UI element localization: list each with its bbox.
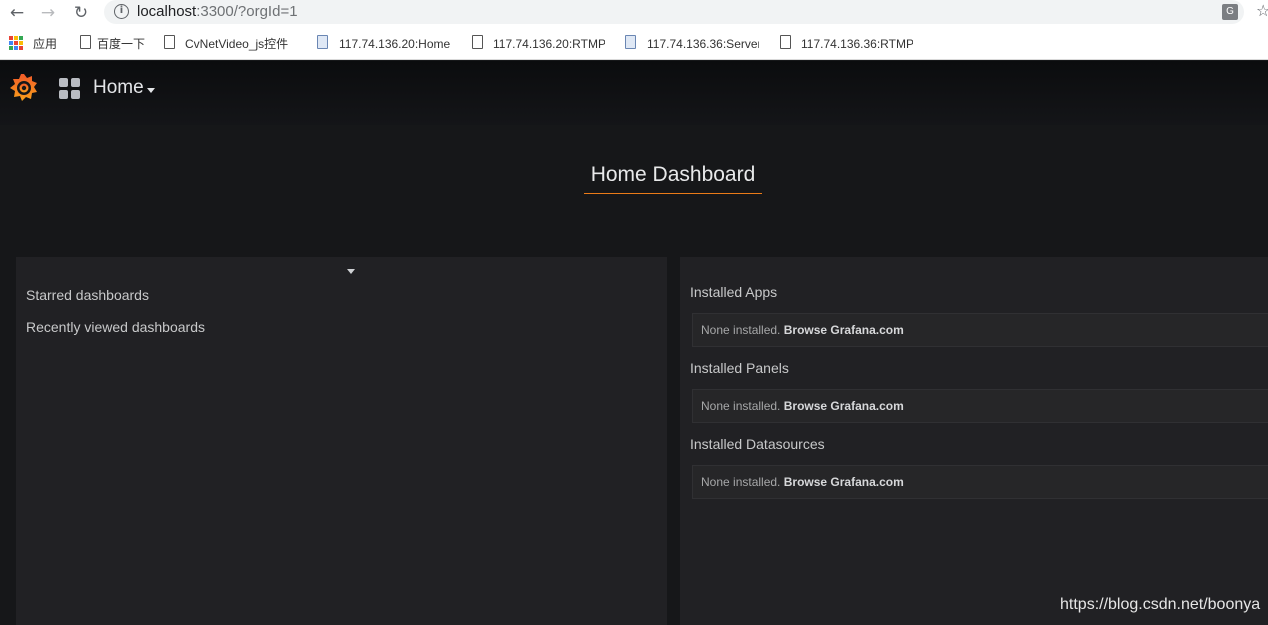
image-page-icon [317,35,328,49]
empty-text: None installed. [701,475,781,489]
installed-apps-title: Installed Apps [690,284,778,300]
bookmark-20-home[interactable]: 117.74.136.20:Home [339,36,451,52]
browse-grafana-link[interactable]: Browse Grafana.com [784,399,904,413]
browser-toolbar: ← → ↻ i localhost:3300/?orgId=1 G ☆ [0,0,1268,26]
forward-arrow-icon[interactable]: → [37,2,59,24]
reload-icon[interactable]: ↻ [70,2,92,24]
installed-datasources-box: None installed. Browse Grafana.com [692,465,1268,499]
dashboard-header: Home Dashboard [0,125,1268,245]
address-bar[interactable]: i localhost:3300/?orgId=1 [104,0,1244,24]
page-icon [80,35,91,49]
installed-panels-title: Installed Panels [690,360,789,376]
installed-panels-box: None installed. Browse Grafana.com [692,389,1268,423]
bookmark-36-server[interactable]: 117.74.136.36:Server [647,36,759,52]
dashboard-area: Home Dashboard Starred dashboards Recent… [0,125,1268,625]
bookmark-cvnetvideo[interactable]: CvNetVideo_js控件 [185,36,297,52]
plugin-list-panel: Installed Apps None installed. Browse Gr… [680,257,1268,625]
chevron-down-icon[interactable] [147,88,155,93]
bookmark-36-rtmp[interactable]: 117.74.136.36:RTMP [801,36,913,52]
dashboard-title: Home Dashboard [584,163,762,194]
url-text[interactable]: localhost:3300/?orgId=1 [137,3,298,20]
panel-menu-caret-icon[interactable] [347,269,355,274]
page-icon [472,35,483,49]
grafana-logo-icon[interactable] [8,72,40,104]
apps-grid-icon[interactable] [9,36,23,50]
image-page-icon [625,35,636,49]
bookmark-baidu[interactable]: 百度一下 [97,36,157,52]
bookmarks-bar: 应用 百度一下 CvNetVideo_js控件 117.74.136.20:Ho… [0,26,1268,60]
browse-grafana-link[interactable]: Browse Grafana.com [784,475,904,489]
bookmark-apps[interactable]: 应用 [33,36,63,52]
recently-viewed-link[interactable]: Recently viewed dashboards [26,319,205,335]
dashboard-picker[interactable]: Home [93,77,144,99]
bookmark-star-icon[interactable]: ☆ [1256,1,1268,20]
empty-text: None installed. [701,323,781,337]
watermark-text: https://blog.csdn.net/boonya [1060,596,1261,613]
info-icon[interactable]: i [114,4,129,19]
installed-apps-box: None installed. Browse Grafana.com [692,313,1268,347]
page-icon [780,35,791,49]
page-icon [164,35,175,49]
back-arrow-icon[interactable]: ← [6,2,28,24]
bookmark-20-rtmp[interactable]: 117.74.136.20:RTMP [493,36,605,52]
empty-text: None installed. [701,399,781,413]
browse-grafana-link[interactable]: Browse Grafana.com [784,323,904,337]
starred-dashboards-link[interactable]: Starred dashboards [26,287,149,303]
translate-icon[interactable]: G [1222,4,1238,20]
dashboard-list-panel: Starred dashboards Recently viewed dashb… [16,257,667,625]
grafana-navbar: Home [0,61,1268,125]
installed-datasources-title: Installed Datasources [690,436,825,452]
dashboard-grid-icon[interactable] [59,78,80,99]
